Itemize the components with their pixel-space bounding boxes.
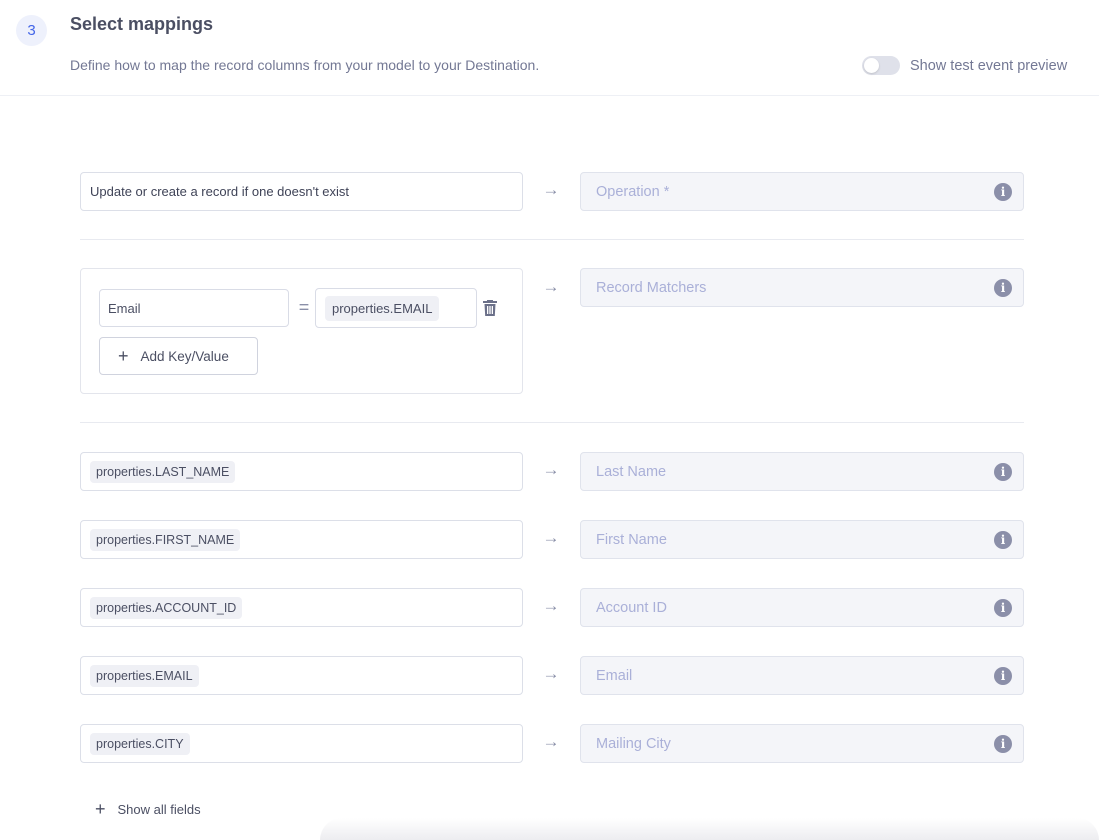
mapping-destination-field[interactable]: Email i — [580, 656, 1024, 695]
step-number-badge: 3 — [16, 15, 47, 46]
operation-destination-field[interactable]: Operation * i — [580, 172, 1024, 211]
destination-placeholder: Email — [596, 667, 633, 684]
add-key-value-label: Add Key/Value — [140, 348, 229, 364]
section-title: Select mappings — [70, 14, 214, 34]
show-all-fields-label: Show all fields — [117, 801, 201, 817]
operation-select[interactable]: Update or create a record if one doesn't… — [80, 172, 523, 211]
mapping-source-field[interactable]: properties.LAST_NAME — [80, 452, 523, 491]
destination-placeholder: Account ID — [596, 599, 667, 616]
mapping-source-field[interactable]: properties.FIRST_NAME — [80, 520, 523, 559]
destination-placeholder: Mailing City — [596, 735, 671, 752]
divider — [80, 422, 1024, 423]
arrow-right-icon: → — [542, 596, 560, 615]
section-subtitle: Define how to map the record columns fro… — [70, 57, 540, 73]
plus-icon: + — [118, 346, 129, 366]
trash-icon[interactable] — [483, 300, 497, 316]
info-icon[interactable]: i — [994, 667, 1012, 685]
equals-icon: = — [298, 297, 310, 317]
show-all-fields-button[interactable]: + Show all fields — [95, 800, 201, 818]
mapping-destination-field[interactable]: Mailing City i — [580, 724, 1024, 763]
matcher-key-value: Email — [108, 300, 141, 316]
arrow-right-icon: → — [542, 277, 560, 296]
matcher-value-pill: properties.EMAIL — [325, 295, 440, 321]
arrow-right-icon: → — [542, 460, 560, 479]
source-pill: properties.ACCOUNT_ID — [90, 596, 243, 619]
test-event-preview-toggle[interactable]: Show test event preview — [862, 56, 1067, 75]
destination-placeholder: First Name — [596, 531, 667, 548]
plus-icon: + — [95, 799, 106, 819]
arrow-right-icon: → — [542, 528, 560, 547]
section-header: 3 Select mappings Define how to map the … — [0, 0, 1099, 96]
toggle-switch[interactable] — [862, 56, 900, 75]
matcher-key-input[interactable]: Email — [99, 289, 289, 327]
info-icon[interactable]: i — [994, 279, 1012, 297]
record-matchers-box: Email = properties.EMAIL + Add Key/Value — [80, 268, 523, 394]
arrow-right-icon: → — [542, 664, 560, 683]
arrow-right-icon: → — [542, 732, 560, 751]
mapping-destination-field[interactable]: Last Name i — [580, 452, 1024, 491]
operation-value: Update or create a record if one doesn't… — [90, 184, 350, 199]
matcher-value-input[interactable]: properties.EMAIL — [315, 288, 477, 328]
info-icon[interactable]: i — [994, 463, 1012, 481]
toggle-label: Show test event preview — [910, 57, 1068, 74]
operation-destination-placeholder: Operation * — [596, 183, 670, 200]
source-pill: properties.CITY — [90, 732, 190, 755]
source-pill: properties.FIRST_NAME — [90, 528, 241, 551]
mapping-destination-field[interactable]: Account ID i — [580, 588, 1024, 627]
info-icon[interactable]: i — [994, 183, 1012, 201]
add-key-value-button[interactable]: + Add Key/Value — [99, 337, 258, 375]
info-icon[interactable]: i — [994, 735, 1012, 753]
mapping-destination-field[interactable]: First Name i — [580, 520, 1024, 559]
divider — [80, 239, 1024, 240]
mapping-source-field[interactable]: properties.ACCOUNT_ID — [80, 588, 523, 627]
bottom-panel-shadow — [320, 818, 1099, 840]
arrow-right-icon: → — [542, 180, 560, 199]
source-pill: properties.LAST_NAME — [90, 460, 236, 483]
info-icon[interactable]: i — [994, 531, 1012, 549]
mapping-source-field[interactable]: properties.EMAIL — [80, 656, 523, 695]
info-icon[interactable]: i — [994, 599, 1012, 617]
toggle-knob — [864, 58, 879, 73]
mapping-source-field[interactable]: properties.CITY — [80, 724, 523, 763]
source-pill: properties.EMAIL — [90, 664, 199, 687]
record-matchers-destination-field[interactable]: Record Matchers i — [580, 268, 1024, 307]
destination-placeholder: Last Name — [596, 463, 667, 480]
record-matchers-placeholder: Record Matchers — [596, 279, 707, 296]
